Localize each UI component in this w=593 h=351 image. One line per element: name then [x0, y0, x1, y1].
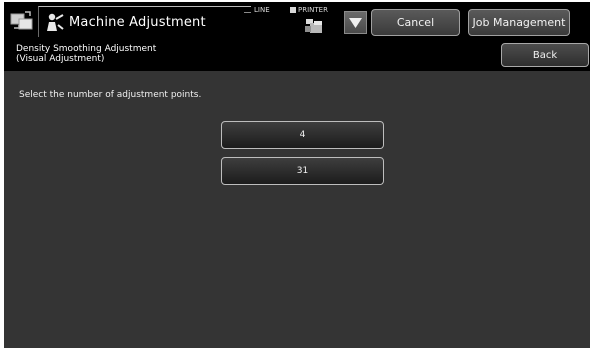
- mode-title-box: Machine Adjustment: [38, 6, 251, 37]
- line-status: LINE: [244, 6, 270, 14]
- printer-icon: [305, 19, 322, 33]
- adjustment-points-option-4[interactable]: 4: [221, 121, 384, 149]
- sub-title-line-1: Density Smoothing Adjustment: [16, 44, 157, 54]
- page-title: Machine Adjustment: [69, 15, 206, 30]
- sub-header: Density Smoothing Adjustment (Visual Adj…: [4, 40, 590, 71]
- printer-status-indicator: [290, 7, 296, 13]
- job-management-button[interactable]: Job Management: [468, 9, 570, 36]
- back-button[interactable]: Back: [501, 43, 589, 67]
- triangle-down-icon: [349, 17, 362, 28]
- cancel-button[interactable]: Cancel: [371, 9, 460, 36]
- line-status-label: LINE: [254, 6, 270, 14]
- machine-adjustment-screen: Machine Adjustment LINE PRINTER Cancel J…: [4, 2, 590, 348]
- sub-title-line-2: (Visual Adjustment): [16, 54, 105, 64]
- top-bar: Machine Adjustment LINE PRINTER Cancel J…: [4, 2, 590, 40]
- printer-status-label: PRINTER: [298, 6, 328, 14]
- line-status-mark: [244, 12, 251, 13]
- adjustment-points-option-31[interactable]: 31: [221, 157, 384, 185]
- copy-mode-icon[interactable]: [10, 10, 34, 32]
- instruction-text: Select the number of adjustment points.: [19, 90, 202, 100]
- adjustment-person-icon: [47, 13, 64, 31]
- job-status-dropdown-button[interactable]: [344, 11, 367, 34]
- sub-title: Density Smoothing Adjustment (Visual Adj…: [16, 44, 156, 64]
- printer-status: PRINTER: [290, 6, 328, 14]
